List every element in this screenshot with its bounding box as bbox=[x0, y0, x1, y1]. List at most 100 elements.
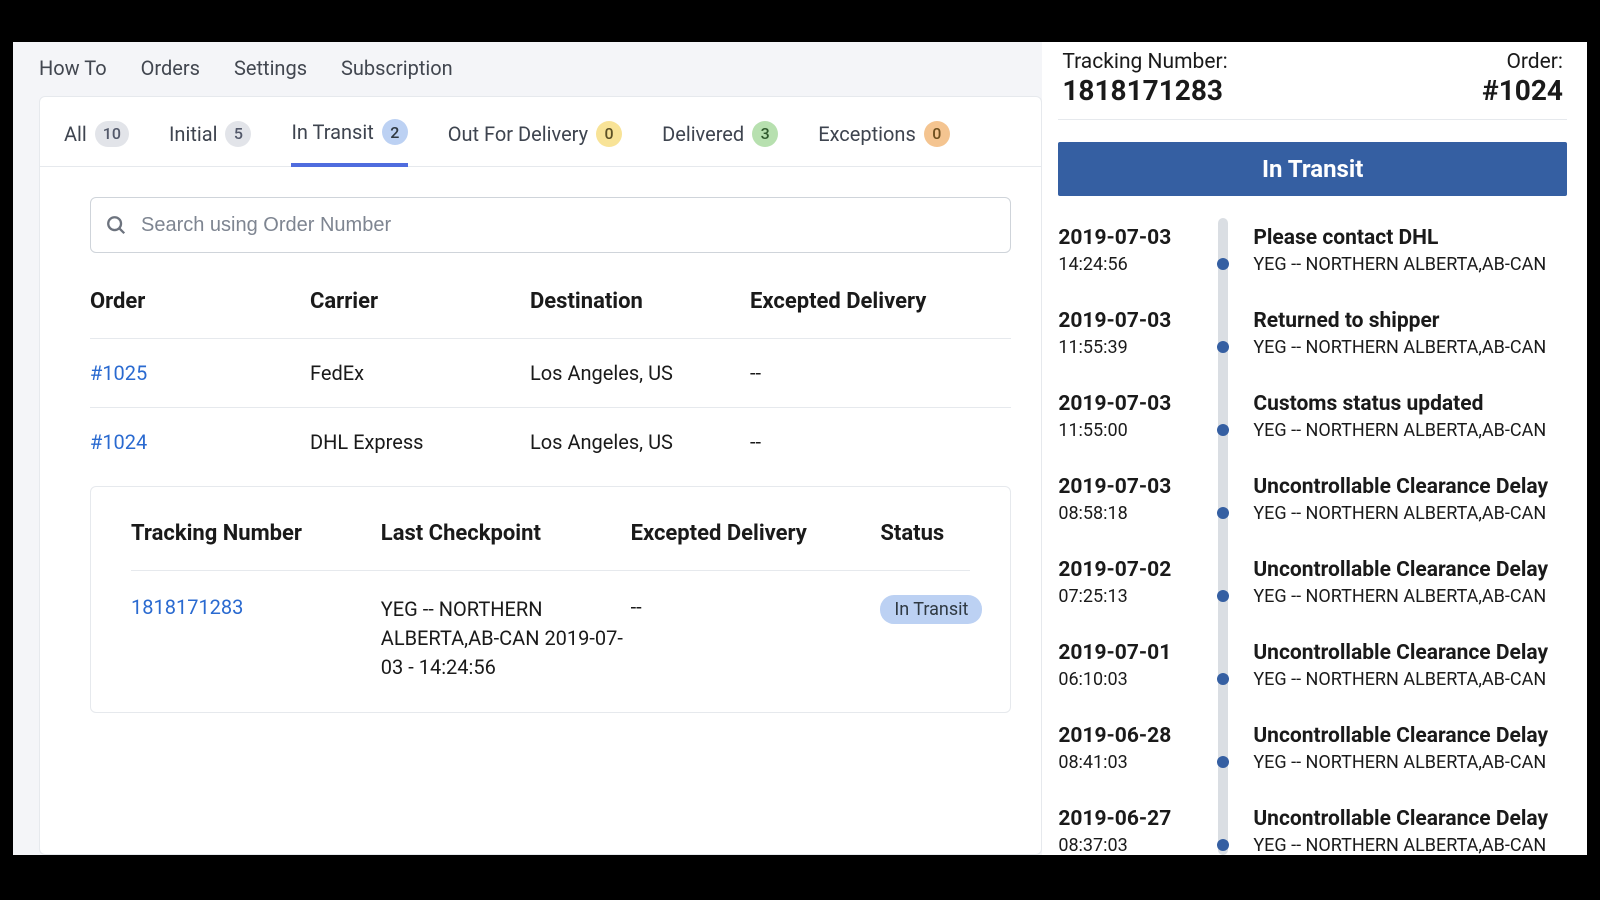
detail-sidebar: Tracking Number: 1818171283 Order: #1024… bbox=[1042, 42, 1587, 855]
event-title: Please contact DHL bbox=[1253, 226, 1567, 250]
nav-howto[interactable]: How To bbox=[39, 56, 107, 80]
timeline-dot-icon bbox=[1217, 341, 1229, 353]
event-date: 2019-06-28 bbox=[1058, 724, 1188, 748]
tab-count-badge: 5 bbox=[225, 121, 251, 147]
event-time: 07:25:13 bbox=[1058, 586, 1188, 607]
tab-initial[interactable]: Initial 5 bbox=[169, 121, 252, 165]
event-time: 14:24:56 bbox=[1058, 254, 1188, 275]
col-last-checkpoint: Last Checkpoint bbox=[381, 521, 631, 546]
event-title: Uncontrollable Clearance Delay bbox=[1253, 724, 1567, 748]
timeline-dot-icon bbox=[1217, 424, 1229, 436]
tab-count-badge: 2 bbox=[382, 119, 408, 145]
tab-in-transit[interactable]: In Transit 2 bbox=[291, 119, 407, 167]
tab-exceptions[interactable]: Exceptions 0 bbox=[818, 121, 950, 165]
tracking-number-value: 1818171283 bbox=[1062, 74, 1227, 107]
event-title: Uncontrollable Clearance Delay bbox=[1253, 807, 1567, 831]
tab-label: Delivered bbox=[662, 122, 744, 146]
order-row: #1025 FedExLos Angeles, US-- bbox=[90, 338, 1011, 407]
tab-label: Exceptions bbox=[818, 122, 916, 146]
status-tabs: All 10 Initial 5 In Transit 2 Out For Delivery… bbox=[40, 97, 1041, 167]
tab-all[interactable]: All 10 bbox=[64, 121, 129, 165]
tab-label: Out For Delivery bbox=[448, 122, 588, 146]
detail-status-banner: In Transit bbox=[1058, 142, 1567, 196]
search-box[interactable] bbox=[90, 197, 1011, 253]
event-location: YEG -- NORTHERN ALBERTA,AB-CAN bbox=[1253, 337, 1567, 358]
search-icon bbox=[105, 214, 127, 236]
col-expected: Excepted Delivery bbox=[750, 289, 950, 314]
detail-header: Tracking Number: 1818171283 Order: #1024 bbox=[1058, 42, 1567, 120]
tab-out-for-delivery[interactable]: Out For Delivery 0 bbox=[448, 121, 622, 165]
event-time: 11:55:39 bbox=[1058, 337, 1188, 358]
tab-label: All bbox=[64, 122, 87, 146]
order-link[interactable]: #1025 bbox=[90, 361, 147, 385]
timeline-event: 2019-07-03 14:24:56 Please contact DHL YEG … bbox=[1058, 218, 1567, 301]
search-input[interactable] bbox=[141, 214, 996, 237]
timeline-event: 2019-07-0308:58:18Uncontrollable Clearan… bbox=[1058, 467, 1567, 550]
tracking-detail-card: Tracking Number Last Checkpoint Excepted… bbox=[90, 486, 1011, 713]
event-time: 11:55:00 bbox=[1058, 420, 1188, 441]
tab-label: In Transit bbox=[291, 120, 373, 144]
timeline-dot-icon bbox=[1217, 673, 1229, 685]
event-date: 2019-07-03 bbox=[1058, 475, 1188, 499]
event-location: YEG -- NORTHERN ALBERTA,AB-CAN bbox=[1253, 503, 1567, 524]
event-title: Customs status updated bbox=[1253, 392, 1567, 416]
tracking-table-header: Tracking Number Last Checkpoint Excepted… bbox=[131, 497, 970, 571]
orders-panel: All 10 Initial 5 In Transit 2 Out For Delivery… bbox=[39, 96, 1042, 855]
col-tracking-number: Tracking Number bbox=[131, 521, 381, 546]
event-location: YEG -- NORTHERN ALBERTA,AB-CAN bbox=[1253, 254, 1567, 275]
nav-settings[interactable]: Settings bbox=[234, 56, 307, 80]
event-time: 08:58:18 bbox=[1058, 503, 1188, 524]
event-title: Uncontrollable Clearance Delay bbox=[1253, 558, 1567, 582]
timeline-event: 2019-06-2708:37:03Uncontrollable Clearan… bbox=[1058, 799, 1567, 855]
tracking-number-label: Tracking Number: bbox=[1062, 50, 1227, 74]
tracking-number-link[interactable]: 1818171283 bbox=[131, 595, 243, 619]
event-time: 06:10:03 bbox=[1058, 669, 1188, 690]
destination-value: Los Angeles, US bbox=[530, 430, 750, 454]
last-checkpoint-value: YEG -- NORTHERN ALBERTA,AB-CAN 2019-07-0… bbox=[381, 595, 631, 682]
event-location: YEG -- NORTHERN ALBERTA,AB-CAN bbox=[1253, 669, 1567, 690]
nav-subscription[interactable]: Subscription bbox=[341, 56, 453, 80]
order-row: #1024 DHL ExpressLos Angeles, US-- bbox=[90, 407, 1011, 476]
top-nav: How To Orders Settings Subscription bbox=[13, 42, 1042, 96]
event-location: YEG -- NORTHERN ALBERTA,AB-CAN bbox=[1253, 835, 1567, 855]
event-date: 2019-07-02 bbox=[1058, 558, 1188, 582]
nav-orders[interactable]: Orders bbox=[141, 56, 200, 80]
tab-count-badge: 3 bbox=[752, 121, 778, 147]
event-time: 08:37:03 bbox=[1058, 835, 1188, 855]
expected-value: -- bbox=[750, 430, 950, 454]
timeline-dot-icon bbox=[1217, 839, 1229, 851]
timeline-event: 2019-07-01 06:10:03 Uncontrollable Clearan… bbox=[1058, 633, 1567, 716]
orders-table-header: Order Carrier Destination Excepted Deliv… bbox=[90, 253, 1011, 338]
timeline-event: 2019-07-0311:55:39Returned to shipperYEG… bbox=[1058, 301, 1567, 384]
carrier-value: DHL Express bbox=[310, 430, 530, 454]
tab-label: Initial bbox=[169, 122, 218, 146]
event-title: Uncontrollable Clearance Delay bbox=[1253, 641, 1567, 665]
timeline-dot-icon bbox=[1217, 590, 1229, 602]
order-link[interactable]: #1024 bbox=[90, 430, 147, 454]
timeline-dot-icon bbox=[1217, 507, 1229, 519]
col-status: Status bbox=[880, 521, 970, 546]
event-time: 08:41:03 bbox=[1058, 752, 1188, 773]
event-date: 2019-07-01 bbox=[1058, 641, 1188, 665]
event-location: YEG -- NORTHERN ALBERTA,AB-CAN bbox=[1253, 752, 1567, 773]
tab-count-badge: 0 bbox=[924, 121, 950, 147]
col-carrier: Carrier bbox=[310, 289, 530, 314]
destination-value: Los Angeles, US bbox=[530, 361, 750, 385]
tab-delivered[interactable]: Delivered 3 bbox=[662, 121, 778, 165]
tab-count-badge: 0 bbox=[596, 121, 622, 147]
expected-value: -- bbox=[750, 361, 950, 385]
order-label: Order: bbox=[1482, 50, 1563, 74]
tab-count-badge: 10 bbox=[95, 121, 129, 147]
timeline-dot-icon bbox=[1217, 258, 1229, 270]
timeline-dot-icon bbox=[1217, 756, 1229, 768]
event-date: 2019-07-03 bbox=[1058, 392, 1188, 416]
col-destination: Destination bbox=[530, 289, 750, 314]
col-excepted-delivery: Excepted Delivery bbox=[631, 521, 881, 546]
event-date: 2019-07-03 bbox=[1058, 226, 1188, 250]
col-order: Order bbox=[90, 289, 310, 314]
order-value: #1024 bbox=[1482, 74, 1563, 107]
timeline-event: 2019-07-03 11:55:00 Customs status updated… bbox=[1058, 384, 1567, 467]
carrier-value: FedEx bbox=[310, 361, 530, 385]
timeline-event: 2019-07-02 07:25:13 Uncontrollable Clearan… bbox=[1058, 550, 1567, 633]
tracking-row: 1818171283 YEG -- NORTHERN ALBERTA,AB-CA… bbox=[131, 571, 970, 682]
